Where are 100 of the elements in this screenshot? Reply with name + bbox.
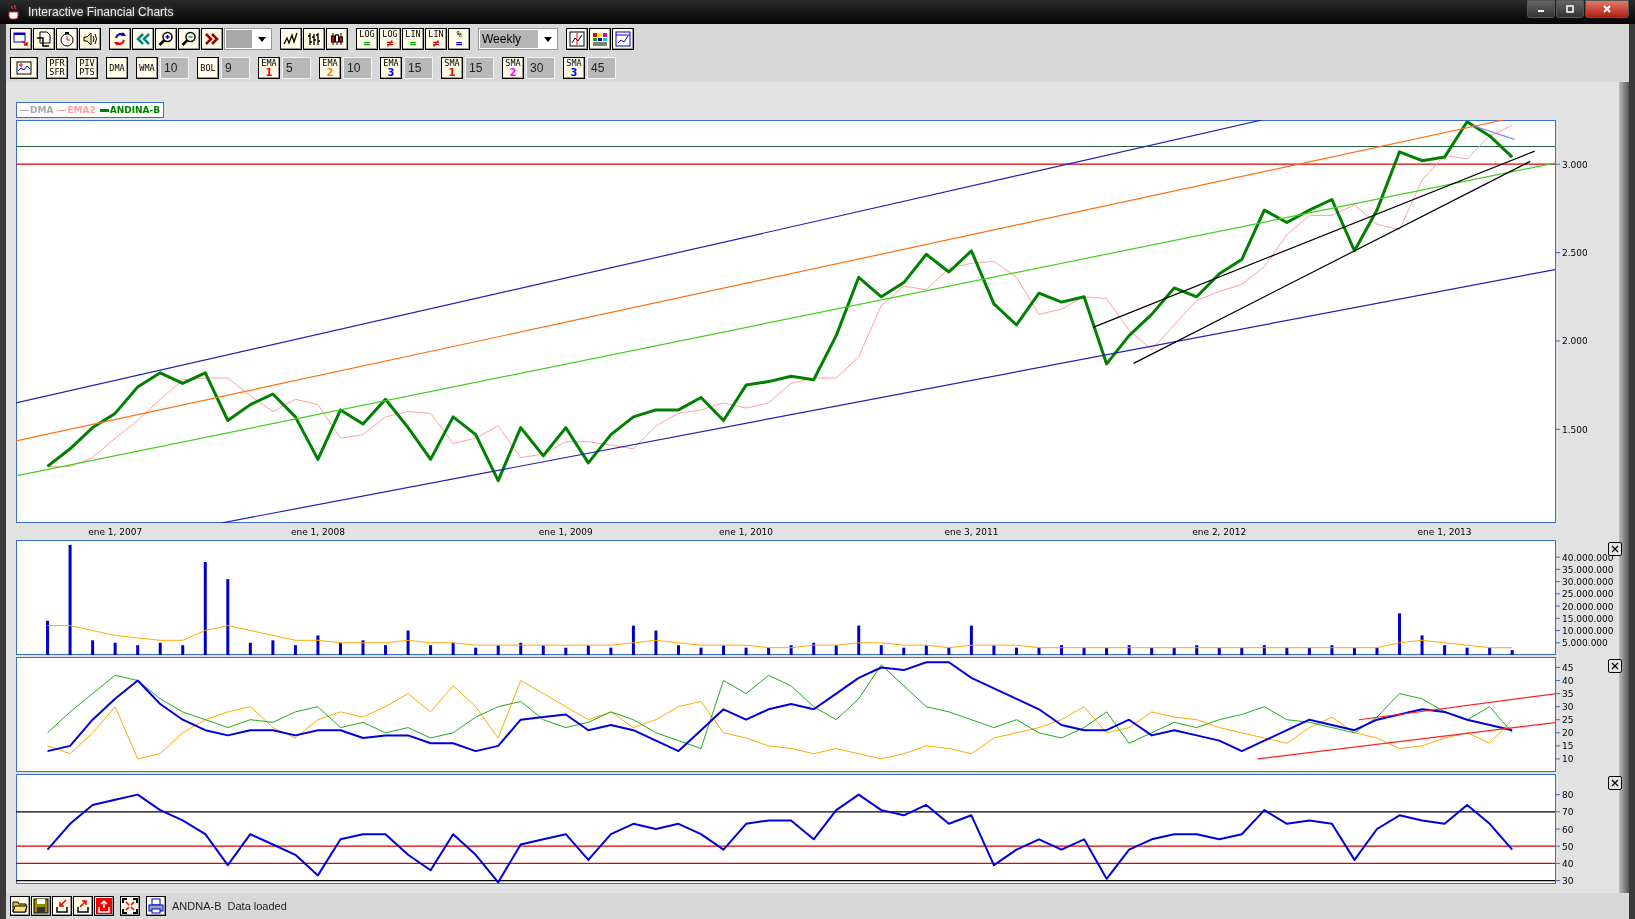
legend-label: DMA: [30, 105, 54, 115]
open-folder-button[interactable]: [10, 896, 30, 916]
volume-bar: [1330, 645, 1334, 655]
interval-dropdown[interactable]: Weekly: [478, 28, 558, 50]
volume-bar: [1240, 647, 1244, 655]
period-field[interactable]: 5: [282, 57, 311, 79]
period-field[interactable]: 9: [221, 57, 250, 79]
indicator-button[interactable]: BOL: [197, 57, 219, 79]
scale-button[interactable]: LOG =: [356, 28, 378, 50]
volume-bar: [181, 645, 185, 655]
candlestick-button[interactable]: [326, 28, 348, 50]
maximize-button[interactable]: [1556, 0, 1584, 18]
stopwatch-icon: [59, 31, 75, 47]
period-field[interactable]: 10: [160, 57, 189, 79]
chart-window-button[interactable]: [612, 28, 634, 50]
save-icon: [33, 898, 49, 914]
volume-bar: [789, 645, 793, 655]
y-axis-label: 50: [1554, 841, 1574, 852]
period-field[interactable]: 45: [587, 57, 616, 79]
close-panel-button[interactable]: [1608, 542, 1622, 556]
y-tick-label: 40: [1562, 676, 1574, 687]
y-tick-label: 2.000: [1562, 336, 1589, 347]
export-button[interactable]: [73, 896, 93, 916]
export-icon: [75, 898, 91, 914]
line-chart-button[interactable]: [280, 28, 302, 50]
scale-button[interactable]: LIN ≠: [425, 28, 447, 50]
line-chart-icon: [283, 31, 299, 47]
palette-button[interactable]: [589, 28, 611, 50]
scale-button[interactable]: % =: [448, 28, 470, 50]
indicator-button[interactable]: EMA 3: [380, 57, 402, 79]
export-all-icon: [96, 898, 112, 914]
x-axis-label: ene 1, 2008: [290, 527, 345, 537]
indicator-button[interactable]: SMA 1: [441, 57, 463, 79]
indicator-button[interactable]: DMA: [106, 57, 128, 79]
fast-forward-button[interactable]: [201, 28, 223, 50]
period-field[interactable]: 10: [343, 57, 372, 79]
close-panel-button[interactable]: [1608, 776, 1622, 790]
volume-bar: [1285, 647, 1289, 655]
volume-bar: [722, 645, 726, 655]
volume-bar: [969, 625, 973, 655]
volume-bar: [46, 620, 50, 655]
chart-settings-button[interactable]: [566, 28, 588, 50]
period-field[interactable]: 15: [465, 57, 494, 79]
candlestick-icon: [329, 31, 345, 47]
window-arrow-button[interactable]: [10, 28, 32, 50]
volume-bar: [564, 647, 568, 655]
import-button[interactable]: [52, 896, 72, 916]
y-tick-label: 1.500: [1562, 424, 1589, 435]
speaker-button[interactable]: [79, 28, 101, 50]
volume-bar: [1262, 645, 1266, 655]
volume-bar: [541, 645, 545, 655]
fullscreen-button[interactable]: [120, 896, 140, 916]
chart-edit-button[interactable]: [10, 57, 38, 79]
volume-bar: [1217, 647, 1221, 655]
rewind-button[interactable]: [132, 28, 154, 50]
stopwatch-button[interactable]: [56, 28, 78, 50]
indicator-button[interactable]: PFR SFR: [46, 57, 68, 79]
save-button[interactable]: [31, 896, 51, 916]
volume-bar: [519, 642, 523, 655]
print-button[interactable]: [146, 896, 166, 916]
period-field[interactable]: 30: [526, 57, 555, 79]
volume-bar: [1420, 635, 1424, 655]
y-tick-label: 10: [1562, 754, 1574, 765]
y-axis-label: 15: [1554, 741, 1574, 752]
y-axis-label: 10: [1554, 754, 1574, 765]
palette-icon: [592, 31, 608, 47]
y-axis-label: 1.500: [1554, 424, 1588, 435]
period-field[interactable]: 15: [404, 57, 433, 79]
volume-bar: [857, 625, 861, 655]
volume-bar: [158, 642, 162, 655]
indicator-button[interactable]: EMA 2: [319, 57, 341, 79]
volume-bar: [429, 645, 433, 655]
zoom-out-button[interactable]: [178, 28, 200, 50]
minimize-button[interactable]: [1527, 0, 1555, 18]
y-axis-label: 30: [1554, 876, 1574, 887]
y-tick-label: 15: [1562, 741, 1574, 752]
y-axis-label: 40: [1554, 858, 1574, 869]
zoom-in-button[interactable]: [155, 28, 177, 50]
indicator-button[interactable]: SMA 3: [563, 57, 585, 79]
volume-bar: [879, 645, 883, 655]
volume-bar: [1082, 647, 1086, 655]
bar-chart-button[interactable]: [303, 28, 325, 50]
y-axis-label: 30.000.000: [1554, 577, 1614, 588]
scale-button[interactable]: LIN =: [402, 28, 424, 50]
scrollbar[interactable]: [1619, 82, 1629, 893]
export-all-button[interactable]: [94, 896, 114, 916]
import-icon: [54, 898, 70, 914]
indicator-button[interactable]: WMA: [136, 57, 158, 79]
close-icon: [1602, 4, 1612, 14]
open-folder-icon: [12, 898, 28, 914]
close-button[interactable]: [1585, 0, 1629, 18]
scale-button[interactable]: LOG ≠: [379, 28, 401, 50]
y-tick-label: 2.500: [1562, 248, 1589, 259]
indicator-button[interactable]: SMA 2: [502, 57, 524, 79]
document-button[interactable]: [33, 28, 55, 50]
close-panel-button[interactable]: [1608, 659, 1622, 673]
indicator-button[interactable]: PIV PTS: [76, 57, 98, 79]
speaker-icon: [82, 31, 98, 47]
indicator-button[interactable]: EMA 1: [258, 57, 280, 79]
refresh-button[interactable]: [109, 28, 131, 50]
